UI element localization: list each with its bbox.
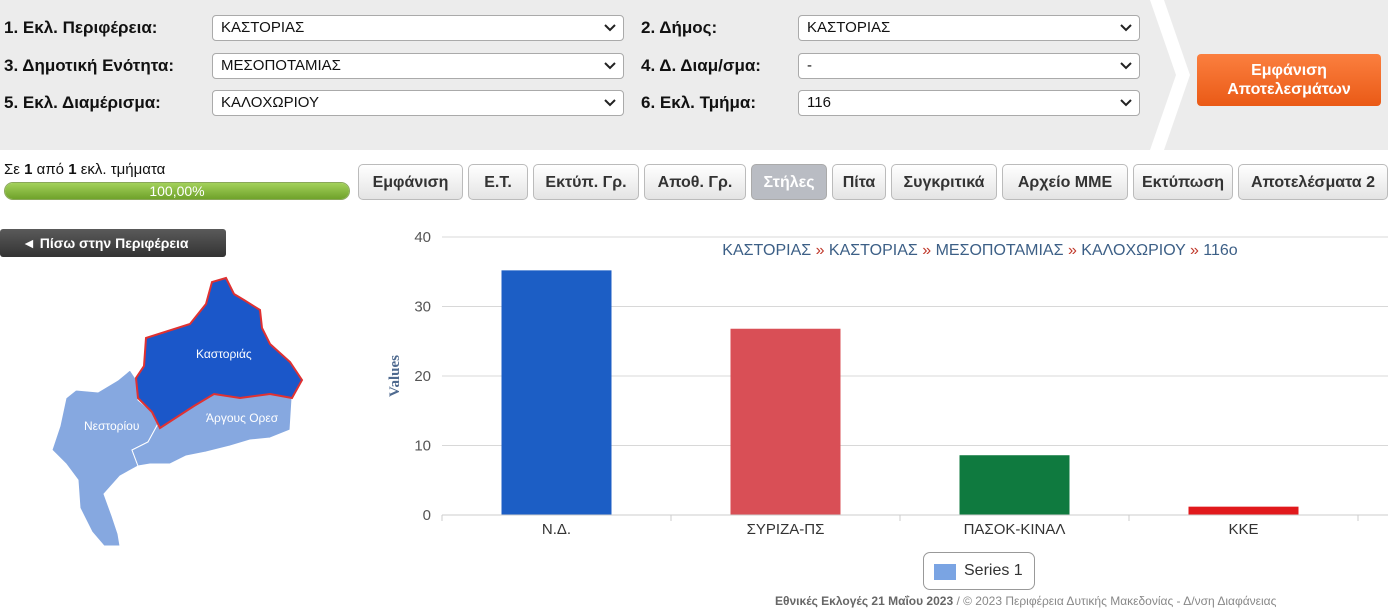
progress-text: 100,00% xyxy=(149,183,205,199)
y-tick-label: 30 xyxy=(414,299,431,316)
filter-label-electoral-district: 5. Εκλ. Διαμέρισμα: xyxy=(4,93,161,112)
page-footer: Εθνικές Εκλογές 21 Μαΐου 2023 / © 2023 Π… xyxy=(775,594,1276,608)
y-tick-label: 0 xyxy=(423,507,431,524)
chevron-down-icon xyxy=(1120,62,1132,70)
region-select[interactable]: ΚΑΣΤΟΡΙΑΣ xyxy=(212,15,624,41)
y-tick-label: 20 xyxy=(414,368,431,385)
bar xyxy=(1188,506,1299,515)
filter-label-district: 4. Δ. Διαμ/σμα: xyxy=(641,56,761,75)
breadcrumb-part: ΚΑΣΤΟΡΙΑΣ xyxy=(722,242,812,259)
bar-chart: 0 10 20 30 40 Values Ν.Δ. ΣΥΡΙΖΑ-ΠΣ ΠΑΣΟΚ-ΚΙΝΑΛ Κ… xyxy=(387,229,1388,538)
chevron-down-icon xyxy=(604,24,616,32)
show-results-button[interactable]: Εμφάνιση Αποτελεσμάτων xyxy=(1197,54,1381,106)
breadcrumb-part: ΜΕΣΟΠΟΤΑΜΙΑΣ xyxy=(935,242,1064,259)
breadcrumb-part: ΚΑΣΤΟΡΙΑΣ xyxy=(828,242,918,259)
tab-1[interactable]: Εμφάνιση xyxy=(358,164,463,200)
polling-station-select[interactable]: 116 xyxy=(798,90,1140,116)
x-tick-label: Ν.Δ. xyxy=(542,521,571,538)
bar xyxy=(501,270,612,515)
chevron-down-icon xyxy=(1120,99,1132,107)
electoral-district-select-value: ΚΑΛΟΧΩΡΙΟΥ xyxy=(221,94,319,111)
y-axis-label: Values xyxy=(387,355,403,397)
x-tick-label: ΣΥΡΙΖΑ-ΠΣ xyxy=(747,521,825,538)
chart-legend[interactable]: Series 1 xyxy=(923,552,1035,590)
breadcrumb-separator: » xyxy=(1063,242,1082,259)
polling-station-select-value: 116 xyxy=(807,94,831,111)
chevron-down-icon xyxy=(604,62,616,70)
map-label-kastoria: Καστοριάς xyxy=(196,347,252,361)
breadcrumb-separator: » xyxy=(917,242,936,259)
status-prefix: Σε xyxy=(4,161,25,178)
tab-10[interactable]: Αποτελέσματα 2 xyxy=(1238,164,1388,200)
y-tick-label: 10 xyxy=(414,438,431,455)
x-tick-label: ΠΑΣΟΚ-ΚΙΝΑΛ xyxy=(964,521,1066,538)
tab-4[interactable]: Αποθ. Γρ. xyxy=(644,164,746,200)
bar xyxy=(730,328,841,515)
municipality-select-value: ΚΑΣΤΟΡΙΑΣ xyxy=(807,19,891,36)
back-to-region-button[interactable]: ◄ Πίσω στην Περιφέρεια xyxy=(0,229,226,257)
legend-label: Series 1 xyxy=(964,562,1023,579)
filter-label-municipality: 2. Δήμος: xyxy=(641,18,718,37)
chevron-down-icon xyxy=(604,99,616,107)
electoral-district-select[interactable]: ΚΑΛΟΧΩΡΙΟΥ xyxy=(212,90,624,116)
region-select-value: ΚΑΣΤΟΡΙΑΣ xyxy=(221,19,305,36)
y-tick-label: 40 xyxy=(414,229,431,246)
map-label-argos-orestiko: Άργους Ορεσ xyxy=(206,411,279,425)
footer-election: Εθνικές Εκλογές 21 Μαΐου 2023 xyxy=(775,594,954,608)
breadcrumb-separator: » xyxy=(1185,242,1204,259)
breadcrumb-separator: » xyxy=(811,242,829,259)
chart-breadcrumb: ΚΑΣΤΟΡΙΑΣ » ΚΑΣΤΟΡΙΑΣ » ΜΕΣΟΠΟΤΑΜΙΑΣ » Κ… xyxy=(440,242,1388,260)
region-map: Καστοριάς Νεστορίου Άργους Ορεσ xyxy=(51,276,304,547)
status-text: Σε 1 από 1 εκλ. τμήματα xyxy=(4,161,165,178)
toolbar-tabs: Εμφάνιση Ε.Τ. Εκτύπ. Γρ. Αποθ. Γρ. Στήλες Πίτ… xyxy=(358,164,1388,200)
tab-6[interactable]: Πίτα xyxy=(832,164,886,200)
status-middle: από xyxy=(32,161,69,178)
tab-3[interactable]: Εκτύπ. Γρ. xyxy=(533,164,639,200)
bar xyxy=(959,455,1070,515)
tab-7[interactable]: Συγκριτικά xyxy=(891,164,997,200)
panel-divider xyxy=(1150,0,1190,150)
breadcrumb-part: ΚΑΛΟΧΩΡΙΟΥ xyxy=(1081,242,1186,259)
filter-label-municipal-unit: 3. Δημοτική Ενότητα: xyxy=(4,56,174,75)
municipal-unit-select[interactable]: ΜΕΣΟΠΟΤΑΜΙΑΣ xyxy=(212,53,624,79)
x-tick-label: ΚΚΕ xyxy=(1228,521,1258,538)
show-results-line1: Εμφάνιση xyxy=(1251,62,1327,79)
show-results-line2: Αποτελεσμάτων xyxy=(1227,81,1351,98)
legend-swatch xyxy=(934,564,956,580)
breadcrumb-part: 116ο xyxy=(1203,242,1238,259)
footer-copyright: / © 2023 Περιφέρεια Δυτικής Μακεδονίας -… xyxy=(953,594,1277,608)
municipality-select[interactable]: ΚΑΣΤΟΡΙΑΣ xyxy=(798,15,1140,41)
tab-5[interactable]: Στήλες xyxy=(751,164,827,200)
district-select-value: - xyxy=(807,57,812,74)
filter-label-region: 1. Εκλ. Περιφέρεια: xyxy=(4,18,158,37)
tab-9[interactable]: Εκτύπωση xyxy=(1133,164,1233,200)
status-suffix: εκλ. τμήματα xyxy=(76,161,166,178)
municipal-unit-select-value: ΜΕΣΟΠΟΤΑΜΙΑΣ xyxy=(221,57,341,74)
status-total: 1 xyxy=(68,161,77,178)
map-label-nestorio: Νεστορίου xyxy=(84,419,139,433)
tab-2[interactable]: Ε.Τ. xyxy=(468,164,528,200)
district-select[interactable]: - xyxy=(798,53,1140,79)
chevron-down-icon xyxy=(1120,24,1132,32)
progress-bar: 100,00% xyxy=(4,182,350,200)
filter-label-polling-station: 6. Εκλ. Τμήμα: xyxy=(641,93,757,112)
tab-8[interactable]: Αρχείο ΜΜΕ xyxy=(1002,164,1128,200)
